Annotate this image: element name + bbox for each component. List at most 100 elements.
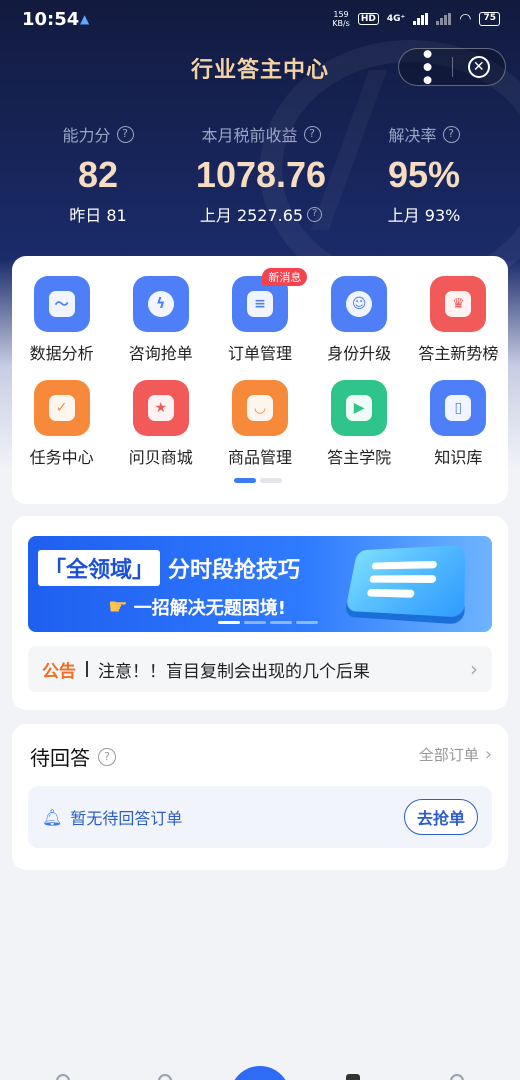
banner-highlight: 「全领域」 xyxy=(38,550,161,586)
stat-sub: 上月 93% xyxy=(387,206,461,225)
banner-subline: 一招解决无题困境! xyxy=(133,598,286,619)
battery-icon: 75 xyxy=(479,12,500,26)
menu-label: 任务中心 xyxy=(29,448,94,467)
announcement-tag: 公告 xyxy=(42,661,76,682)
menu-row: 〜 数据分析 ϟ 咨询抢单 ≡ 订单管理 新消息 ☺ 身份升级 ♛ 答主新势榜 xyxy=(12,268,508,380)
net-speed-unit: KB/s xyxy=(332,19,350,28)
cloud-icon: ▲ xyxy=(80,12,90,26)
stat-label-row: 本月税前收益 ? xyxy=(176,122,346,146)
bottom-tab-bar xyxy=(0,1066,520,1080)
carousel-dot xyxy=(244,621,266,624)
menu-item-data-analysis[interactable]: 〜 数据分析 xyxy=(12,276,111,380)
signal-icon-secondary xyxy=(436,13,452,25)
stat-sub: 上月 2527.65 xyxy=(199,206,304,225)
all-orders-label: 全部订单 xyxy=(418,746,479,764)
stat-value: 1078.76 xyxy=(195,154,327,195)
menu-item-consult-grab[interactable]: ϟ 咨询抢单 xyxy=(111,276,210,380)
stat-resolve-rate[interactable]: 解决率 ? 95% 上月 93% xyxy=(350,122,498,226)
carousel-dot xyxy=(296,621,318,624)
chevron-right-icon: › xyxy=(470,657,478,681)
banner-subline-row: ☛ 一招解决无题困境! xyxy=(108,594,286,620)
empty-state: 🔔︎ 暂无待回答订单 去抢单 xyxy=(28,786,492,848)
mini-program-capsule: ••• ✕ xyxy=(398,47,506,87)
menu-item-product-management[interactable]: ◡ 商品管理 xyxy=(210,380,309,484)
pending-title-row: 待回答 ? xyxy=(30,742,116,771)
signal-icon xyxy=(413,13,429,25)
menu-label: 答主学院 xyxy=(327,448,392,467)
shopping-bag-icon: ◡ xyxy=(231,380,288,436)
stat-sub-row: 上月 2527.65 ? xyxy=(176,202,346,226)
status-time: 10:54 xyxy=(22,9,80,30)
more-dots-icon: ••• xyxy=(413,47,439,87)
menu-label: 答主新势榜 xyxy=(418,344,499,363)
close-circle-icon: ✕ xyxy=(467,56,490,78)
announcement-bar[interactable]: 公告 注意！！盲目复制会出现的几个后果 › xyxy=(28,646,492,692)
help-icon[interactable]: ? xyxy=(307,206,323,222)
bell-icon: 🔔︎ xyxy=(42,807,63,827)
stat-label: 能力分 xyxy=(62,126,111,145)
chevron-right-icon: › xyxy=(484,744,492,765)
battery-level: 75 xyxy=(483,13,496,23)
banner-headline-rest: 分时段抢技巧 xyxy=(168,558,301,583)
stat-label: 解决率 xyxy=(388,126,437,145)
tab-icon[interactable] xyxy=(56,1074,70,1080)
network-type: 4G⁺ xyxy=(386,14,406,24)
help-icon[interactable]: ? xyxy=(116,125,134,143)
video-play-icon: ▶ xyxy=(331,380,388,436)
carousel-dot-active xyxy=(218,621,240,624)
menu-item-identity-upgrade[interactable]: ☺ 身份升级 xyxy=(310,276,409,380)
tab-icon[interactable] xyxy=(158,1074,172,1080)
user-icon: ☺ xyxy=(331,276,388,332)
menu-item-shell-mall[interactable]: ★ 问贝商城 xyxy=(111,380,210,484)
menu-item-ranking[interactable]: ♛ 答主新势榜 xyxy=(409,276,508,380)
menu-item-knowledge-base[interactable]: ▯ 知识库 xyxy=(409,380,508,484)
stat-sub: 昨日 81 xyxy=(69,206,127,225)
all-orders-link[interactable]: 全部订单 › xyxy=(419,744,492,765)
banner-carousel-indicator xyxy=(218,621,318,624)
stat-label-row: 解决率 ? xyxy=(350,122,498,146)
tab-icon[interactable] xyxy=(346,1074,360,1080)
status-indicators: 159 KB/s HD 4G⁺ ◠ 75 xyxy=(332,10,500,28)
chart-icon: 〜 xyxy=(33,276,90,332)
stat-ability-score[interactable]: 能力分 ? 82 昨日 81 xyxy=(24,122,172,226)
menu-item-academy[interactable]: ▶ 答主学院 xyxy=(310,380,409,484)
grab-order-button[interactable]: 去抢单 xyxy=(403,799,478,835)
more-button[interactable]: ••• xyxy=(399,47,452,87)
book-icon: ▯ xyxy=(430,380,487,436)
page-dot xyxy=(260,478,282,483)
pointing-hand-icon: ☛ xyxy=(108,594,128,620)
menu-label: 数据分析 xyxy=(29,344,94,363)
wifi-icon: ◠ xyxy=(459,11,472,27)
help-icon[interactable]: ? xyxy=(98,747,116,766)
section-title: 待回答 xyxy=(30,746,90,770)
menu-label: 商品管理 xyxy=(227,448,292,467)
menu-label: 身份升级 xyxy=(327,344,392,363)
chat-bubble-graphic xyxy=(345,544,465,618)
stat-value: 82 xyxy=(77,154,119,195)
stat-label-row: 能力分 ? xyxy=(24,122,172,146)
menu-label: 订单管理 xyxy=(227,344,292,363)
announcement-divider xyxy=(86,661,88,677)
hd-icon: HD xyxy=(357,13,379,25)
status-bar: 10:54 ▲ 159 KB/s HD 4G⁺ ◠ 75 xyxy=(0,0,520,40)
tab-icon[interactable] xyxy=(450,1074,464,1080)
close-button[interactable]: ✕ xyxy=(453,49,506,85)
net-speed-value: 159 xyxy=(333,10,349,19)
task-check-icon: ✓ xyxy=(33,380,90,436)
pending-answers-card: 待回答 ? 全部订单 › 🔔︎ 暂无待回答订单 去抢单 xyxy=(12,724,508,870)
new-message-badge: 新消息 xyxy=(262,268,308,286)
help-icon[interactable]: ? xyxy=(442,125,460,143)
promo-banner[interactable]: 「全领域」 分时段抢技巧 ☛ 一招解决无题困境! xyxy=(28,536,492,632)
menu-row: ✓ 任务中心 ★ 问贝商城 ◡ 商品管理 ▶ 答主学院 ▯ 知识库 xyxy=(12,380,508,484)
stat-monthly-income[interactable]: 本月税前收益 ? 1078.76 上月 2527.65 ? xyxy=(176,122,346,226)
help-icon[interactable]: ? xyxy=(303,125,321,143)
menu-label: 咨询抢单 xyxy=(128,344,193,363)
empty-state-text: 暂无待回答订单 xyxy=(70,809,183,828)
carousel-dot xyxy=(270,621,292,624)
menu-label: 知识库 xyxy=(434,448,483,467)
menu-item-task-center[interactable]: ✓ 任务中心 xyxy=(12,380,111,484)
menu-item-order-management[interactable]: ≡ 订单管理 新消息 xyxy=(210,268,309,380)
tab-center-button[interactable] xyxy=(230,1066,290,1080)
stat-sub-row: 上月 93% xyxy=(350,202,498,226)
menu-grid: 〜 数据分析 ϟ 咨询抢单 ≡ 订单管理 新消息 ☺ 身份升级 ♛ 答主新势榜 xyxy=(12,268,508,484)
